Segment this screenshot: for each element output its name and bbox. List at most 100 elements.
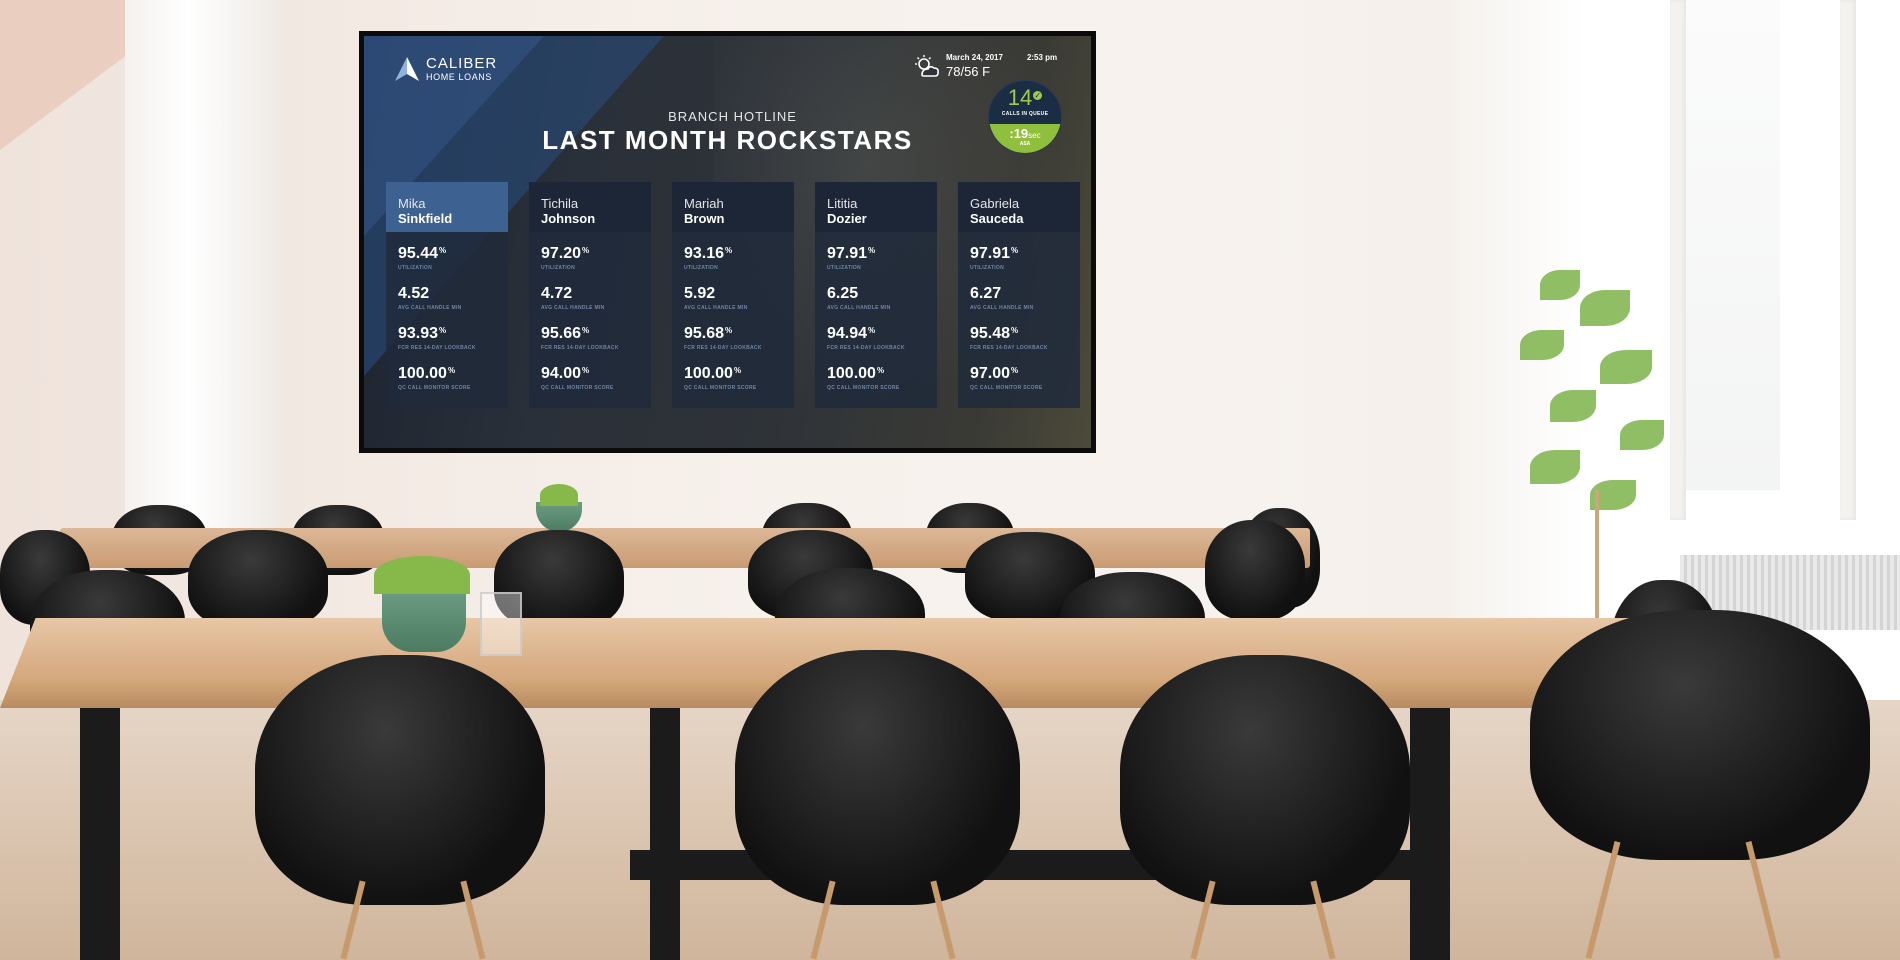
metric-value: 97.91 — [970, 245, 1011, 262]
metric-value: 100.00 — [398, 365, 447, 382]
dashboard-screen: CALIBER HOME LOANS March 24, 2017 2:53 p… — [364, 36, 1091, 448]
metric-unit: % — [439, 326, 447, 335]
card-header: Lititia Dozier — [815, 182, 937, 232]
tv-display: CALIBER HOME LOANS March 24, 2017 2:53 p… — [359, 31, 1096, 453]
date-text: March 24, 2017 — [946, 53, 1003, 62]
logo-mark-icon — [395, 57, 419, 81]
first-name: Mariah — [684, 196, 724, 211]
metric-unit: % — [439, 246, 447, 255]
metric-label: FCR RES 14-DAY LOOKBACK — [827, 345, 905, 351]
dashboard-subtitle: BRANCH HOTLINE — [668, 109, 797, 124]
metric-value: 94.00 — [541, 365, 582, 382]
metric-label: AVG CALL HANDLE MIN — [684, 305, 748, 311]
metric: 97.00% QC CALL MONITOR SCORE — [970, 365, 1068, 405]
metric-label: UTILIZATION — [827, 265, 862, 271]
plant-pot — [382, 588, 466, 652]
metric-list: 97.20% UTILIZATION 4.72 AVG CALL HANDLE MIN… — [529, 232, 651, 405]
person-card: Mariah Brown 93.16% UTILIZATION 5.92 AVG CA… — [672, 182, 794, 408]
metric-value: 100.00 — [684, 365, 733, 382]
metric-unit: % — [582, 366, 590, 375]
dashboard-title: LAST MONTH ROCKSTARS — [542, 125, 913, 155]
metric-unit: % — [582, 246, 590, 255]
metric: 5.92 AVG CALL HANDLE MIN — [684, 285, 782, 325]
table-leg — [80, 708, 120, 960]
weather-widget: March 24, 2017 2:53 pm 78/56 F — [914, 53, 1057, 79]
first-name: Lititia — [827, 196, 858, 211]
metric: 95.48% FCR RES 14-DAY LOOKBACK — [970, 325, 1068, 365]
first-name: Tichila — [541, 196, 579, 211]
chair — [1205, 520, 1305, 620]
dashboard-header: BRANCH HOTLINE LAST MONTH ROCKSTARS — [364, 109, 1091, 156]
metric-unit: % — [1011, 366, 1019, 375]
metric: 100.00% QC CALL MONITOR SCORE — [827, 365, 925, 405]
pillar — [125, 0, 280, 540]
plant — [540, 484, 578, 506]
metric-value: 4.72 — [541, 285, 573, 302]
metric-unit: % — [876, 366, 885, 375]
check-icon: ✓ — [1033, 91, 1043, 100]
metric-value: 97.00 — [970, 365, 1011, 382]
metric-value: 5.92 — [684, 285, 716, 302]
metric-label: QC CALL MONITOR SCORE — [398, 385, 471, 391]
metric: 95.66% FCR RES 14-DAY LOOKBACK — [541, 325, 639, 365]
metric-unit: % — [1011, 246, 1019, 255]
chair — [1120, 655, 1410, 905]
metric: 100.00% QC CALL MONITOR SCORE — [684, 365, 782, 405]
metric-label: AVG CALL HANDLE MIN — [541, 305, 605, 311]
metric-unit: % — [1011, 326, 1019, 335]
person-card: Gabriela Sauceda 97.91% UTILIZATION 6.27 AV… — [958, 182, 1080, 408]
metric-label: QC CALL MONITOR SCORE — [541, 385, 614, 391]
metric-value: 95.66 — [541, 325, 582, 342]
metric-list: 93.16% UTILIZATION 5.92 AVG CALL HANDLE MIN… — [672, 232, 794, 405]
metric-value: 4.52 — [398, 285, 430, 302]
window-frame — [1840, 0, 1856, 520]
metric-label: UTILIZATION — [398, 265, 433, 271]
last-name: Dozier — [827, 211, 867, 226]
metric-value: 97.20 — [541, 245, 582, 262]
metric-value: 95.48 — [970, 325, 1011, 342]
metric: 6.25 AVG CALL HANDLE MIN — [827, 285, 925, 325]
metric-unit: % — [447, 366, 456, 375]
metric: 4.52 AVG CALL HANDLE MIN — [398, 285, 496, 325]
metric-value: 6.25 — [827, 285, 859, 302]
last-name: Sauceda — [970, 211, 1024, 226]
metric-list: 95.44% UTILIZATION 4.52 AVG CALL HANDLE MIN… — [386, 232, 508, 405]
metric-value: 95.44 — [398, 245, 439, 262]
plant — [374, 556, 470, 594]
card-header: Gabriela Sauceda — [958, 182, 1080, 232]
metric-unit: % — [868, 246, 876, 255]
metric-label: QC CALL MONITOR SCORE — [684, 385, 757, 391]
metric: 4.72 AVG CALL HANDLE MIN — [541, 285, 639, 325]
person-card: Mika Sinkfield 95.44% UTILIZATION 4.52 AVG … — [386, 182, 508, 408]
metric-unit: % — [733, 366, 742, 375]
metric-unit: % — [582, 326, 590, 335]
metric: 94.00% QC CALL MONITOR SCORE — [541, 365, 639, 405]
chair — [735, 650, 1020, 905]
metric-label: AVG CALL HANDLE MIN — [827, 305, 891, 311]
metric-value: 94.94 — [827, 325, 868, 342]
company-logo: CALIBER HOME LOANS — [394, 56, 497, 82]
table-leg — [1410, 708, 1450, 960]
metric-label: UTILIZATION — [541, 265, 576, 271]
partly-cloudy-icon — [915, 55, 939, 77]
last-name: Sinkfield — [398, 211, 453, 226]
metric: 97.91% UTILIZATION — [827, 245, 925, 285]
metric: 94.94% FCR RES 14-DAY LOOKBACK — [827, 325, 925, 365]
metric-unit: % — [725, 246, 733, 255]
person-card: Tichila Johnson 97.20% UTILIZATION 4.72 AVG… — [529, 182, 651, 408]
metric: 97.20% UTILIZATION — [541, 245, 639, 285]
metric-value: 6.27 — [970, 285, 1002, 302]
metric: 6.27 AVG CALL HANDLE MIN — [970, 285, 1068, 325]
metric-label: UTILIZATION — [684, 265, 719, 271]
metric-label: FCR RES 14-DAY LOOKBACK — [970, 345, 1048, 351]
rockstar-cards: Mika Sinkfield 95.44% UTILIZATION 4.52 AVG … — [386, 182, 1080, 408]
person-card: Lititia Dozier 97.91% UTILIZATION 6.25 AVG … — [815, 182, 937, 408]
metric: 95.44% UTILIZATION — [398, 245, 496, 285]
metric: 95.68% FCR RES 14-DAY LOOKBACK — [684, 325, 782, 365]
metric-unit: % — [725, 326, 733, 335]
metric-label: AVG CALL HANDLE MIN — [970, 305, 1034, 311]
metric: 93.16% UTILIZATION — [684, 245, 782, 285]
potted-tree — [1500, 260, 1700, 620]
metric-list: 97.91% UTILIZATION 6.27 AVG CALL HANDLE MIN… — [958, 232, 1080, 405]
card-header: Tichila Johnson — [529, 182, 651, 232]
